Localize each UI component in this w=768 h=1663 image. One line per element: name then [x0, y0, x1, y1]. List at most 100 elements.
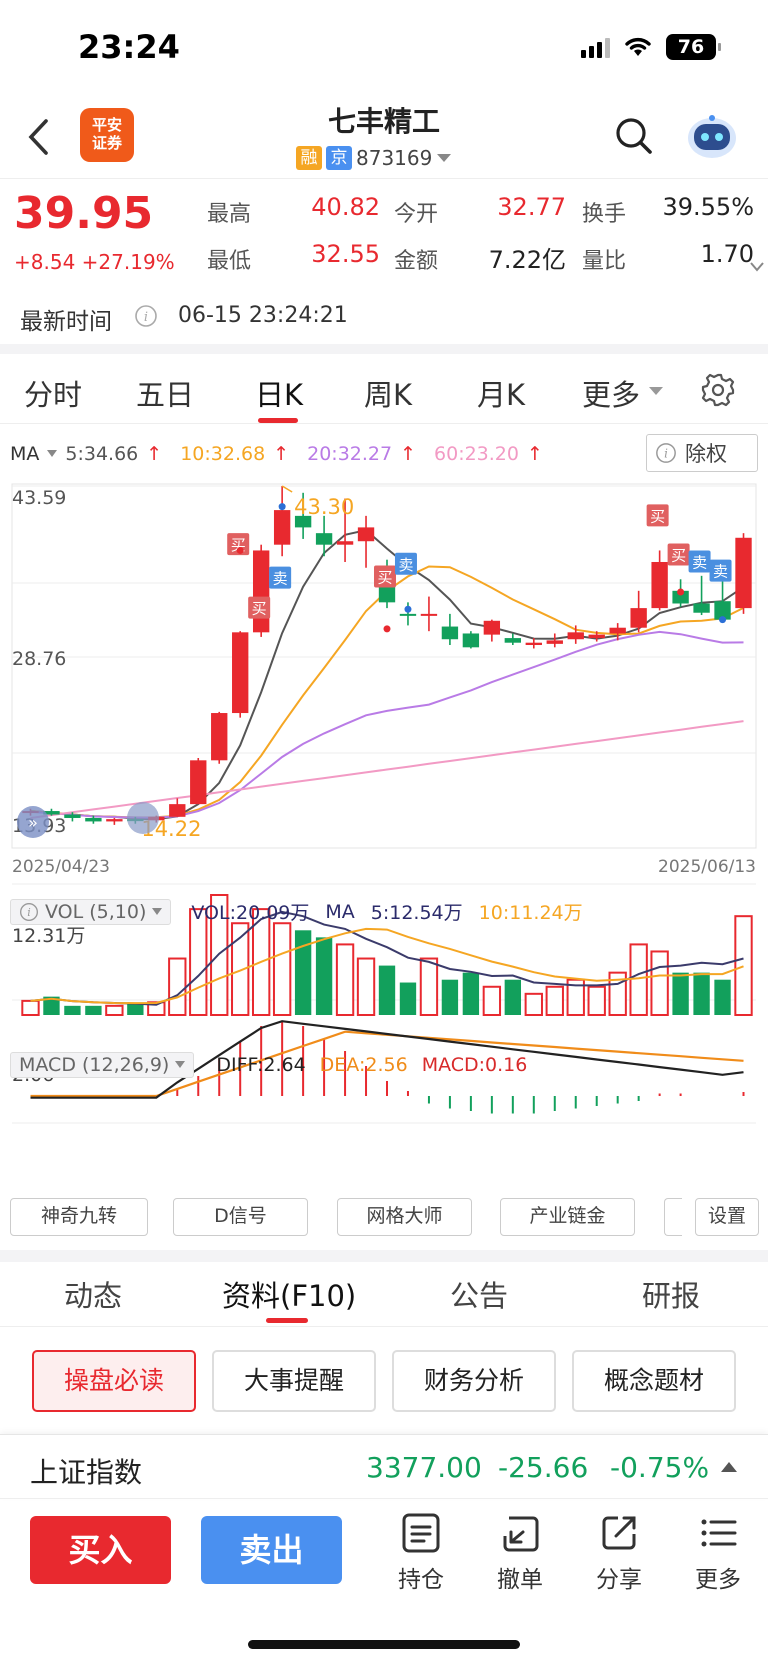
volume-bar-up — [272, 922, 292, 1016]
tab-more[interactable]: 更多 — [582, 372, 640, 414]
turnover-label: 换手 — [582, 202, 627, 227]
volume-bar-down — [693, 972, 710, 1015]
vol-ma-label: MA — [325, 900, 355, 923]
f10-trading-must-read[interactable]: 操盘必读 — [32, 1350, 196, 1412]
vol-ma5: 5:12.54万 — [370, 902, 463, 924]
expand-up-icon[interactable] — [720, 1461, 738, 1473]
tab-research[interactable]: 研报 — [642, 1273, 700, 1315]
tool-d-signal[interactable]: D信号 — [173, 1198, 308, 1236]
volume-bar-down — [85, 1005, 102, 1015]
robot-assistant-icon[interactable] — [686, 112, 738, 160]
battery-icon: 76 — [666, 34, 721, 60]
f10-events[interactable]: 大事提醒 — [212, 1350, 376, 1412]
ex-rights-button[interactable]: i 除权 — [646, 434, 758, 472]
period-tabs: 分时 五日 日K 周K 月K 更多 — [0, 354, 768, 424]
candle-up — [336, 541, 354, 545]
ma-label: MA — [10, 443, 40, 465]
margin-tag: 融 — [296, 146, 322, 170]
tool-overflow[interactable] — [664, 1198, 682, 1236]
volume-bar-up — [335, 943, 355, 1017]
index-name: 上证指数 — [30, 1456, 143, 1489]
volume-indicator-label: VOL (5,10) — [45, 900, 147, 923]
x-date-end: 2025/06/13 — [658, 857, 756, 877]
more-action[interactable]: 更多 — [678, 1512, 758, 1594]
buy-signal-text: 买 — [377, 568, 392, 586]
position-action[interactable]: 持仓 — [381, 1512, 461, 1594]
max-price-label: 43.30 — [294, 495, 354, 519]
open-label: 今开 — [394, 202, 439, 227]
candle-down — [85, 817, 102, 822]
share-action[interactable]: 分享 — [579, 1512, 659, 1594]
tool-industry-chain[interactable]: 产业链金 — [500, 1198, 635, 1236]
candle-up — [232, 632, 249, 714]
macd-indicator-label: MACD (12,26,9) — [19, 1054, 170, 1076]
ma20-value: 20:32.27 — [307, 443, 393, 465]
index-ticker-bar[interactable]: 上证指数 3377.00 -25.66 -0.75% — [0, 1434, 768, 1498]
section-divider — [0, 1250, 768, 1262]
change-abs: +8.54 — [14, 250, 76, 274]
ma10-value: 10:32.68 — [180, 443, 266, 465]
current-price: 39.95 — [14, 188, 154, 239]
ma5-value: 5:34.66 — [65, 443, 139, 465]
tool-settings-button[interactable]: 设置 — [695, 1198, 759, 1236]
f10-concepts[interactable]: 概念题材 — [572, 1350, 736, 1412]
expand-icon[interactable] — [750, 262, 764, 272]
candle-up — [546, 640, 563, 644]
candle-up — [735, 537, 752, 609]
tool-grid-master[interactable]: 网格大师 — [337, 1198, 472, 1236]
volume-bar-down — [64, 1005, 81, 1015]
macd-indicator-selector[interactable]: MACD (12,26,9) — [10, 1052, 195, 1078]
candle-down — [504, 638, 522, 643]
chart-settings-gear-icon[interactable] — [700, 372, 736, 408]
tab-news[interactable]: 动态 — [64, 1273, 122, 1315]
tab-daily-k[interactable]: 日K — [255, 372, 303, 414]
search-icon[interactable] — [614, 116, 654, 156]
update-time: 06-15 23:24:21 — [178, 303, 348, 328]
buy-signal-text: 买 — [252, 600, 267, 618]
low-value: 32.55 — [311, 240, 380, 268]
volume-indicator-selector[interactable]: i VOL (5,10) — [10, 898, 172, 925]
volume-bar-up — [168, 957, 187, 1017]
ma-caret-icon — [47, 450, 58, 457]
tab-five-day[interactable]: 五日 — [136, 372, 194, 414]
volume-bar-up — [189, 908, 208, 1016]
volume-bar-down — [504, 979, 522, 1015]
volume-bar-down — [399, 982, 417, 1015]
amount-label: 金额 — [394, 249, 439, 274]
cancel-order-label: 撤单 — [497, 1567, 543, 1593]
amount-value: 7.22亿 — [488, 246, 566, 274]
svg-text:i: i — [664, 447, 668, 461]
candle-down — [399, 613, 417, 616]
stock-code-row[interactable]: 融 京 873169 — [296, 146, 452, 170]
tab-f10[interactable]: 资料(F10) — [222, 1273, 356, 1315]
tab-announcements[interactable]: 公告 — [450, 1273, 508, 1315]
up-arrow-icon: ↑ — [400, 443, 417, 465]
change-pct: +27.19% — [81, 250, 175, 274]
volume-bar-down — [441, 979, 459, 1015]
info-icon[interactable]: i — [134, 304, 158, 328]
kline-chart[interactable]: 43.5928.7613.932025/04/232025/06/1343.30… — [0, 480, 768, 1240]
volume-bar-up — [105, 1004, 124, 1017]
volume-bar-down — [714, 979, 731, 1015]
macd-value: MACD:0.16 — [421, 1054, 528, 1076]
candle-down — [64, 814, 81, 818]
share-label: 分享 — [596, 1567, 642, 1593]
price-pane-border — [11, 483, 757, 849]
volume-bar-down — [378, 965, 396, 1015]
ma-legend[interactable]: MA 5:34.66 ↑ 10:32.68 ↑ 20:32.27 ↑ 60:23.20… — [10, 443, 543, 465]
up-arrow-icon: ↑ — [527, 443, 543, 465]
tab-weekly-k[interactable]: 周K — [364, 372, 412, 414]
svg-text:i: i — [27, 906, 30, 919]
tab-intraday[interactable]: 分时 — [24, 372, 82, 414]
buy-button[interactable]: 买入 — [30, 1516, 171, 1584]
tool-magic-nine[interactable]: 神奇九转 — [10, 1198, 148, 1236]
tab-monthly-k[interactable]: 月K — [477, 372, 525, 414]
macd-legend[interactable]: MACD (12,26,9) DIFF:2.64 DEA:2.56 MACD:0… — [10, 1052, 527, 1078]
sell-button[interactable]: 卖出 — [201, 1516, 342, 1584]
f10-financial[interactable]: 财务分析 — [392, 1350, 556, 1412]
volume-legend[interactable]: i VOL (5,10) VOL:20.09万 MA 5:12.54万 10:1… — [10, 898, 583, 925]
sell-signal-text: 卖 — [398, 556, 413, 574]
price-change: +8.54 +27.19% — [14, 250, 175, 274]
exchange-tag: 京 — [326, 146, 352, 170]
cancel-order-action[interactable]: 撤单 — [480, 1512, 560, 1594]
